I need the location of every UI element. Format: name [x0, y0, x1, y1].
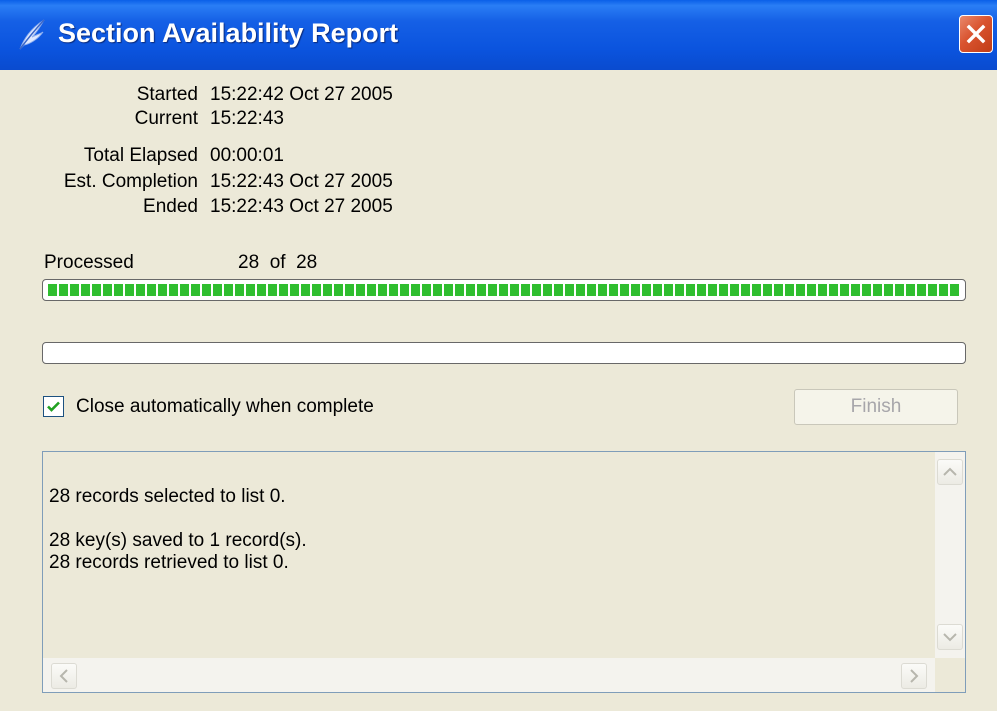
- est-completion-value: 15:22:43 Oct 27 2005: [210, 171, 393, 192]
- primary-progress-bar: [42, 279, 966, 301]
- close-automatically-checkbox[interactable]: [43, 396, 64, 417]
- dialog-body: Started 15:22:42 Oct 27 2005 Current 15:…: [0, 70, 997, 711]
- close-button[interactable]: [959, 15, 993, 53]
- scroll-down-arrow-icon: [943, 633, 957, 642]
- secondary-progress-bar: [42, 342, 966, 364]
- elapsed-label: Total Elapsed: [83, 145, 198, 166]
- vertical-scrollbar[interactable]: [935, 452, 965, 658]
- finish-button[interactable]: Finish: [794, 389, 958, 425]
- est-completion-label: Est. Completion: [63, 171, 198, 192]
- log-text: 28 records selected to list 0. 28 key(s)…: [49, 486, 307, 573]
- processed-count: 28 of 28: [238, 252, 318, 273]
- check-icon: [47, 401, 60, 412]
- close-automatically-label[interactable]: Close automatically when complete: [76, 396, 374, 418]
- scrollbar-corner: [935, 658, 965, 692]
- current-label: Current: [134, 108, 198, 129]
- scroll-left-arrow-icon: [59, 669, 68, 683]
- log-output[interactable]: 28 records selected to list 0. 28 key(s)…: [42, 451, 966, 693]
- current-value: 15:22:43: [210, 108, 284, 129]
- close-icon: [966, 24, 986, 44]
- primary-progress-fill: [48, 284, 960, 296]
- scroll-right-arrow-icon: [910, 669, 919, 683]
- ended-label: Ended: [143, 196, 198, 217]
- horizontal-scrollbar[interactable]: [43, 658, 935, 692]
- scroll-left-button[interactable]: [51, 663, 77, 689]
- scroll-right-button[interactable]: [901, 663, 927, 689]
- window-title: Section Availability Report: [58, 18, 399, 48]
- started-value: 15:22:42 Oct 27 2005: [210, 84, 393, 105]
- started-label: Started: [136, 84, 198, 105]
- title-bar[interactable]: Section Availability Report: [0, 0, 997, 70]
- ended-value: 15:22:43 Oct 27 2005: [210, 196, 393, 217]
- scroll-up-button[interactable]: [937, 459, 963, 485]
- elapsed-value: 00:00:01: [210, 145, 284, 166]
- scroll-up-arrow-icon: [943, 467, 957, 476]
- feather-icon: [16, 17, 48, 51]
- processed-label: Processed: [44, 252, 134, 273]
- scroll-down-button[interactable]: [937, 624, 963, 650]
